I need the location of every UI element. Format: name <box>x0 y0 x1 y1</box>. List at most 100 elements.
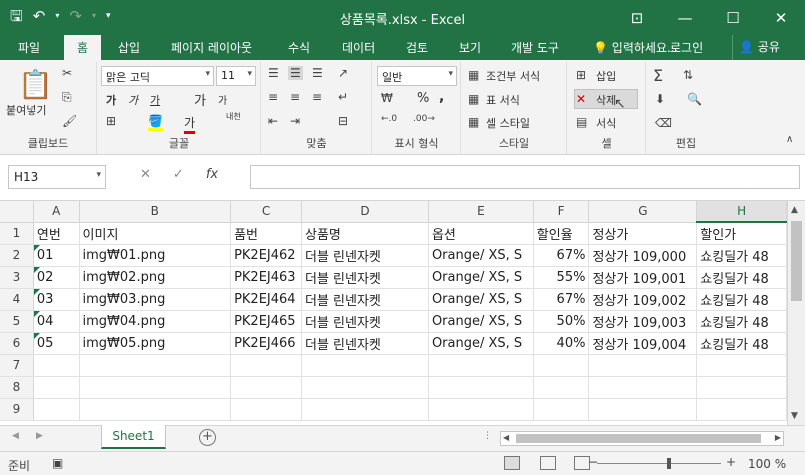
zoom-in-icon[interactable]: + <box>726 455 736 469</box>
share-button[interactable]: 👤 공유 <box>732 35 792 60</box>
align-right-icon[interactable]: ≡ <box>312 90 322 104</box>
format-as-table-button[interactable]: 표 서식 <box>486 92 520 108</box>
clear-icon[interactable]: ⌫ <box>655 116 672 130</box>
cell-f2[interactable]: 67% <box>533 244 590 267</box>
fill-icon[interactable]: ⬇ <box>655 92 665 106</box>
paste-button[interactable]: 붙여넣기 <box>6 102 46 118</box>
cell-e6[interactable]: Orange/ XS, S <box>428 332 534 355</box>
format-painter-icon[interactable]: 🖌 <box>62 114 77 128</box>
cell-f8[interactable] <box>533 376 590 399</box>
cell-c8[interactable] <box>230 376 302 399</box>
decrease-indent-icon[interactable]: ⇤ <box>268 114 278 128</box>
more-icon[interactable]: ⋮ <box>483 431 492 441</box>
cell-e9[interactable] <box>428 398 534 421</box>
cell-a7[interactable] <box>33 354 80 377</box>
orientation-icon[interactable]: ↗ <box>338 66 348 80</box>
cell-a4[interactable]: 03 <box>33 288 80 311</box>
conditional-format-button[interactable]: 조건부 서식 <box>486 68 540 84</box>
cell-c7[interactable] <box>230 354 302 377</box>
enter-icon[interactable]: ✓ <box>173 167 184 182</box>
cell-d8[interactable] <box>301 376 429 399</box>
cell-c3[interactable]: PK2EJ463 <box>230 266 302 289</box>
decrease-decimal-icon[interactable]: .00→ <box>413 114 435 124</box>
row-header[interactable]: 9 <box>0 398 34 421</box>
scroll-left-icon[interactable]: ◀ <box>503 433 509 442</box>
tab-developer[interactable]: 개발 도구 <box>511 39 559 56</box>
cell-b3[interactable]: img₩02.png <box>79 266 232 289</box>
cell-e8[interactable] <box>428 376 534 399</box>
minimize-button[interactable]: — <box>661 0 709 35</box>
cell-d4[interactable]: 더블 린넨자켓 <box>301 288 429 311</box>
tab-home[interactable]: 홈 <box>64 35 102 60</box>
tab-insert[interactable]: 삽입 <box>118 39 140 56</box>
cell-g1[interactable]: 정상가 <box>588 222 698 245</box>
align-middle-icon[interactable]: ☰ <box>288 66 303 80</box>
row-header[interactable]: 5 <box>0 310 34 333</box>
column-header-b[interactable]: B <box>79 201 232 223</box>
cell-b8[interactable] <box>79 376 232 399</box>
column-header-c[interactable]: C <box>230 201 302 223</box>
align-top-icon[interactable]: ☰ <box>268 66 279 80</box>
cell-c6[interactable]: PK2EJ466 <box>230 332 302 355</box>
column-header-g[interactable]: G <box>588 201 698 223</box>
shrink-font-button[interactable]: 가 <box>218 92 227 107</box>
column-header-e[interactable]: E <box>428 201 534 223</box>
fill-color-icon[interactable]: 🪣 <box>148 114 163 131</box>
cell-b6[interactable]: img₩05.png <box>79 332 232 355</box>
row-header[interactable]: 8 <box>0 376 34 399</box>
cell-d2[interactable]: 더블 린넨자켓 <box>301 244 429 267</box>
cell-f7[interactable] <box>533 354 590 377</box>
cell-h8[interactable] <box>696 376 787 399</box>
cell-g8[interactable] <box>588 376 698 399</box>
grow-font-button[interactable]: 가 <box>194 90 206 109</box>
cell-b9[interactable] <box>79 398 232 421</box>
cell-c4[interactable]: PK2EJ464 <box>230 288 302 311</box>
zoom-slider[interactable] <box>597 458 721 469</box>
zoom-slider-knob[interactable] <box>667 458 671 469</box>
cell-f1[interactable]: 할인율 <box>533 222 590 245</box>
column-header-d[interactable]: D <box>301 201 429 223</box>
cell-g6[interactable]: 정상가 109,004 <box>588 332 698 355</box>
cell-d5[interactable]: 더블 린넨자켓 <box>301 310 429 333</box>
cell-a8[interactable] <box>33 376 80 399</box>
scroll-right-icon[interactable]: ▶ <box>775 433 781 442</box>
insert-cells-button[interactable]: 삽입 <box>596 68 616 84</box>
cell-c2[interactable]: PK2EJ462 <box>230 244 302 267</box>
cell-g7[interactable] <box>588 354 698 377</box>
align-center-icon[interactable]: ≡ <box>290 90 300 104</box>
italic-button[interactable]: 가 <box>128 92 138 108</box>
tab-page-layout[interactable]: 페이지 레이아웃 <box>171 39 252 56</box>
horizontal-scrollbar[interactable]: ◀ ▶ <box>500 431 784 446</box>
cell-g5[interactable]: 정상가 109,003 <box>588 310 698 333</box>
cell-b5[interactable]: img₩04.png <box>79 310 232 333</box>
number-format-select[interactable]: 일반 ▾ <box>377 66 457 86</box>
increase-indent-icon[interactable]: ⇥ <box>290 114 300 128</box>
macro-record-icon[interactable]: ▣ <box>52 456 63 470</box>
cell-a2[interactable]: 01 <box>33 244 80 267</box>
tab-data[interactable]: 데이터 <box>342 39 375 56</box>
cell-g2[interactable]: 정상가 109,000 <box>588 244 698 267</box>
cell-g4[interactable]: 정상가 109,002 <box>588 288 698 311</box>
cell-b7[interactable] <box>79 354 232 377</box>
formula-input[interactable] <box>250 165 800 189</box>
find-select-icon[interactable]: 🔍 <box>687 92 702 106</box>
cell-e3[interactable]: Orange/ XS, S <box>428 266 534 289</box>
cell-e4[interactable]: Orange/ XS, S <box>428 288 534 311</box>
prev-sheet-icon[interactable]: ◀ <box>12 431 19 441</box>
currency-icon[interactable]: ₩ <box>381 91 393 105</box>
cell-h4[interactable]: 쇼킹딜가 48 <box>696 288 787 311</box>
vertical-scrollbar[interactable]: ▲ ▼ <box>787 201 805 425</box>
zoom-out-icon[interactable]: − <box>588 455 598 469</box>
cell-h1[interactable]: 할인가 <box>696 222 787 245</box>
insert-function-button[interactable]: fx <box>206 167 218 182</box>
cell-c1[interactable]: 품번 <box>230 222 302 245</box>
cell-a5[interactable]: 04 <box>33 310 80 333</box>
cell-b2[interactable]: img₩01.png <box>79 244 232 267</box>
cell-d1[interactable]: 상품명 <box>301 222 429 245</box>
cell-c9[interactable] <box>230 398 302 421</box>
cell-e7[interactable] <box>428 354 534 377</box>
cell-g9[interactable] <box>588 398 698 421</box>
cell-a1[interactable]: 연번 <box>33 222 80 245</box>
cell-h6[interactable]: 쇼킹딜가 48 <box>696 332 787 355</box>
sheet-tab-sheet1[interactable]: Sheet1 <box>101 425 166 449</box>
